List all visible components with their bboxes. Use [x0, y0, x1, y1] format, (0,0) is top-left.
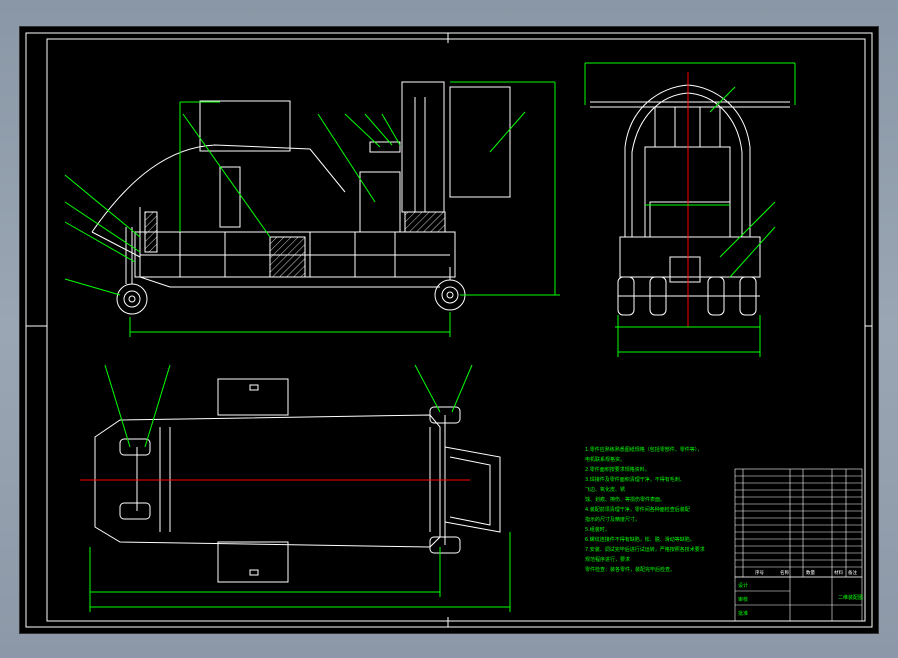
outer-frame	[25, 32, 873, 628]
col-header: 名称	[780, 569, 789, 576]
side-dimensions	[64, 81, 560, 337]
inner-frame	[46, 38, 866, 622]
note-line: 6.螺纹连接件不得有缺陷，松、脱、滑动等缺陷。	[585, 536, 695, 543]
note-line: 蚀、划痕、擦伤、等损伤零件表面。	[585, 496, 665, 503]
note-line: 1.零件应熟练熟悉图纸规格（包括零部件、零件等），	[585, 446, 702, 453]
drawing-title: 二维装配图	[838, 594, 863, 601]
cad-drawing: 1.零件应熟练熟悉图纸规格（包括零部件、零件等）， 电机联系规格资。 2.零件面…	[25, 32, 873, 628]
title-block-green: 二维装配图 设计 审核 批准	[738, 582, 863, 617]
note-line: 规范程序进行，要求	[585, 556, 630, 563]
top-dimensions	[89, 364, 511, 612]
col-header: 备注	[848, 569, 857, 576]
sign-label: 设计	[738, 582, 748, 589]
note-line: 3.焊接件及零件面积清理干净，不得有毛刺、	[585, 476, 685, 483]
note-line: 7.安装、调试完毕后进行试运转，严格按照各技术要求	[585, 546, 705, 553]
drawing-sheet: 1.零件应熟练熟悉图纸规格（包括零部件、零件等）， 电机联系规格资。 2.零件面…	[20, 27, 878, 633]
note-line: 零件检查：装各零件，装配完毕后检查。	[585, 566, 675, 573]
right-view	[590, 84, 790, 316]
sign-label: 批准	[738, 610, 748, 617]
note-line: 4.装配前须清理干净，零件间各种面检查后装配	[585, 506, 690, 513]
note-line: 电机联系规格资。	[585, 456, 625, 463]
title-block-text: 序号 名称 数量 材料 备注	[755, 569, 857, 576]
col-header: 材料	[834, 569, 843, 576]
frame-ticks	[26, 33, 872, 627]
sign-label: 审核	[738, 596, 748, 603]
side-view	[91, 81, 511, 315]
col-header: 序号	[755, 569, 764, 576]
col-header: 数量	[806, 569, 815, 576]
note-line: 指示的尺寸及精度尺寸。	[585, 516, 640, 523]
note-line: 2.零件面积按要求规格资料。	[585, 466, 650, 473]
note-line: 飞边、氧化皮、锈	[585, 486, 625, 493]
note-line: 5.组装时，	[585, 526, 610, 533]
technical-notes: 1.零件应熟练熟悉图纸规格（包括零部件、零件等）， 电机联系规格资。 2.零件面…	[585, 446, 705, 573]
